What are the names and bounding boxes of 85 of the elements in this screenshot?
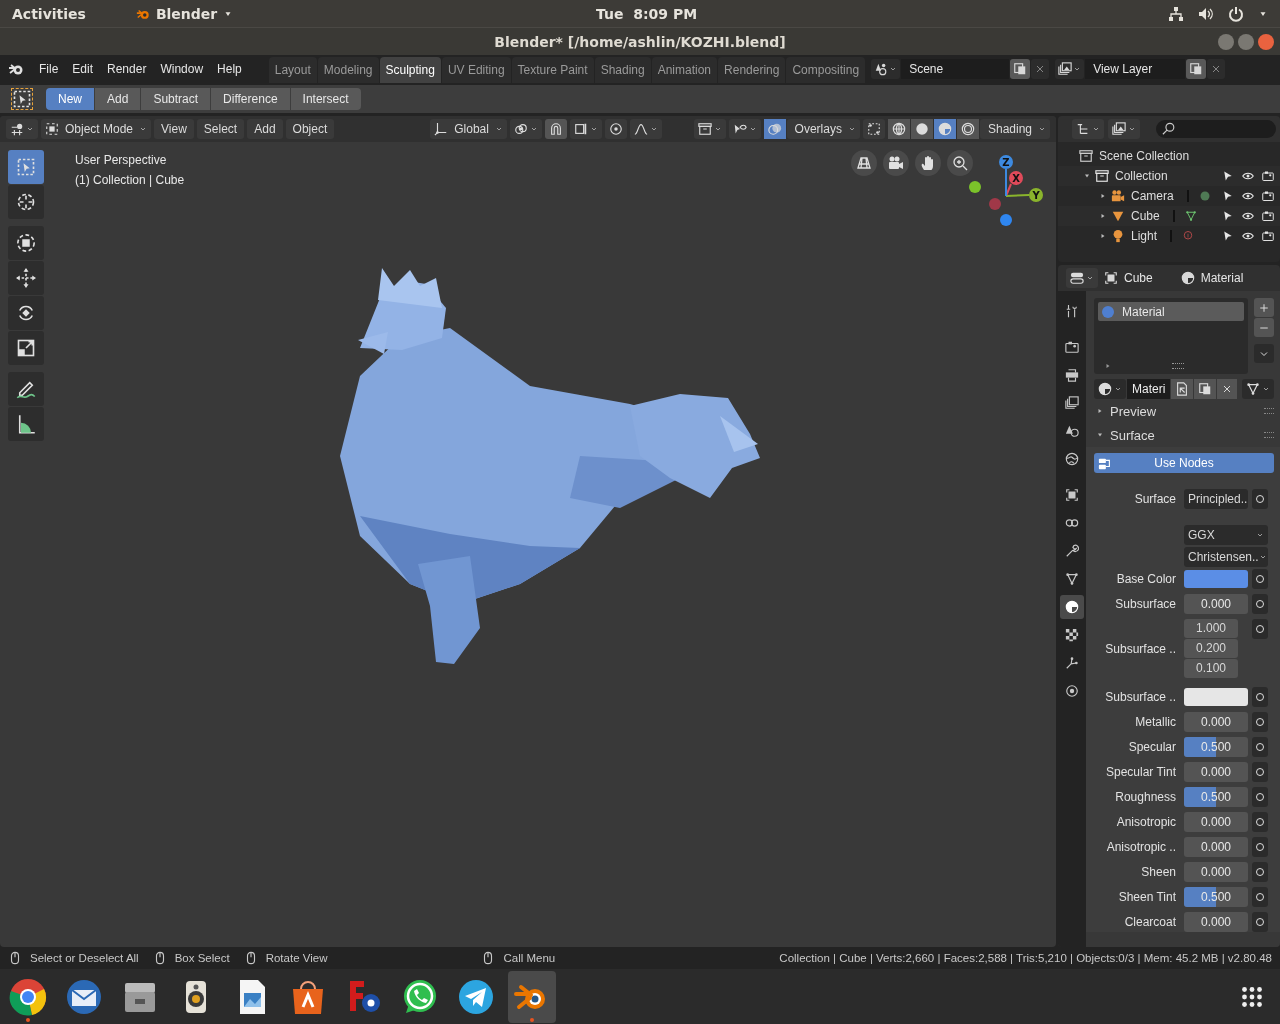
field-label: Sheen Tint <box>1118 890 1176 904</box>
menu-item[interactable]: Help <box>210 62 249 76</box>
mode-dropdown[interactable]: Object Mode <box>41 119 152 139</box>
field-label: Metallic <box>1135 715 1176 729</box>
menu-item[interactable]: File <box>32 62 66 76</box>
orientation-dropdown[interactable]: Global <box>430 119 507 139</box>
workspace-tab[interactable]: Shading <box>594 57 651 83</box>
field-label: Surface <box>1134 492 1176 506</box>
number-field[interactable]: 1.000 <box>1184 619 1238 638</box>
menu-item[interactable]: View <box>154 119 194 139</box>
axis-label: X <box>1012 173 1020 184</box>
value-slider[interactable]: 0.000 <box>1184 762 1248 782</box>
menu-item[interactable]: Render <box>100 62 154 76</box>
breadcrumb-material: Material <box>1200 271 1244 285</box>
value-slider[interactable]: 0.000 <box>1184 862 1248 882</box>
breadcrumb-object: Cube <box>1124 271 1153 285</box>
number-field[interactable]: 0.100 <box>1184 659 1238 678</box>
activities-button[interactable]: Activities <box>12 5 86 22</box>
workspace-tab[interactable]: Animation <box>651 57 718 83</box>
menu-item[interactable]: Add <box>247 119 283 139</box>
mode-button[interactable]: Subtract <box>141 88 211 110</box>
clock[interactable]: Tue 8:09 PM <box>596 5 698 22</box>
field-label: Anisotropic <box>1116 815 1176 829</box>
field-label: Anisotropic .. <box>1106 840 1176 854</box>
field-label: Roughness <box>1115 790 1176 804</box>
value-slider[interactable]: 0.000 <box>1184 712 1248 732</box>
menu-item[interactable]: Object <box>285 119 335 139</box>
shading-dropdown[interactable]: Shading <box>979 119 1050 139</box>
field-label: Subsurface .. <box>1105 690 1176 704</box>
dropdown[interactable]: GGX <box>1184 525 1268 545</box>
outliner-item[interactable]: Scene Collection <box>1096 149 1190 163</box>
field-label: Clearcoat <box>1124 915 1176 929</box>
workspace-tab[interactable]: Rendering <box>718 57 786 83</box>
axis-label: Y <box>1032 190 1040 201</box>
panel-header[interactable]: Preview <box>1094 399 1274 423</box>
mode-button[interactable]: Difference <box>211 88 290 110</box>
slot-name: Material <box>1122 304 1165 319</box>
viewport-info: (1) Collection | Cube <box>75 172 185 189</box>
field-label: Base Color <box>1116 572 1176 586</box>
field-label: Subsurface .. <box>1105 641 1176 656</box>
material-name-field[interactable]: Materi <box>1127 379 1171 399</box>
workspace-tab[interactable]: Layout <box>268 57 317 83</box>
axis-label: Z <box>1002 157 1010 168</box>
shader-field[interactable]: Principled.. <box>1184 489 1248 509</box>
outliner-item[interactable]: Cube <box>1128 209 1160 223</box>
workspace-tab[interactable]: Modeling <box>317 57 379 83</box>
workspace-tab[interactable]: UV Editing <box>441 57 511 83</box>
outliner-item[interactable]: Collection <box>1112 169 1168 183</box>
value-slider[interactable]: 0.000 <box>1184 812 1248 832</box>
viewport-info: User Perspective <box>75 152 168 169</box>
mode-button[interactable]: Intersect <box>290 88 361 110</box>
app-menu[interactable]: Blender <box>155 5 218 22</box>
use-nodes-button[interactable]: Use Nodes <box>1094 453 1274 473</box>
status-hint: Rotate View <box>265 952 328 964</box>
scene-field[interactable]: Scene <box>901 59 1010 79</box>
outliner-item[interactable]: Light <box>1128 229 1158 243</box>
workspace-tab[interactable]: Compositing <box>786 57 866 83</box>
material-slot[interactable]: Material <box>1098 302 1244 321</box>
value-slider[interactable]: 0.000 <box>1184 912 1248 932</box>
scene-statistics: Collection | Cube | Verts:2,660 | Faces:2,588 | Tris:5,210 | Objects:0/3 | Mem: 45.2 MB | v2.80.48 <box>779 952 1272 964</box>
workspace-tab[interactable]: Texture Paint <box>511 57 594 83</box>
field-label: Specular <box>1128 740 1176 754</box>
status-hint: Box Select <box>174 952 230 964</box>
field-label: Sheen <box>1141 865 1176 879</box>
workspace-tab[interactable]: Sculpting <box>379 57 441 83</box>
status-hint: Select or Deselect All <box>30 952 139 964</box>
mode-button[interactable]: New <box>46 88 94 110</box>
dropdown[interactable]: Christensen.. <box>1184 547 1268 567</box>
overlays-dropdown[interactable]: Overlays <box>786 119 860 139</box>
status-hint: Call Menu <box>503 952 556 964</box>
value-slider[interactable]: 0.000 <box>1184 837 1248 857</box>
menu-item[interactable]: Edit <box>65 62 101 76</box>
window-title: Blender* [/home/ashlin/KOZHI.blend] <box>494 33 786 50</box>
panel-title: Surface <box>1110 427 1155 443</box>
menu-item[interactable]: Window <box>153 62 211 76</box>
outliner-item[interactable]: Camera <box>1128 189 1174 203</box>
number-field[interactable]: 0.200 <box>1184 639 1238 658</box>
mode-button[interactable]: Add <box>95 88 141 110</box>
menu-item[interactable]: Select <box>196 119 245 139</box>
view-layer-field[interactable]: View Layer <box>1085 59 1186 79</box>
value-slider[interactable]: 0.000 <box>1184 594 1248 614</box>
field-label: Subsurface <box>1115 597 1176 611</box>
panel-title: Preview <box>1110 403 1157 419</box>
field-label: Specular Tint <box>1105 765 1176 779</box>
panel-header[interactable]: Surface <box>1094 423 1274 447</box>
